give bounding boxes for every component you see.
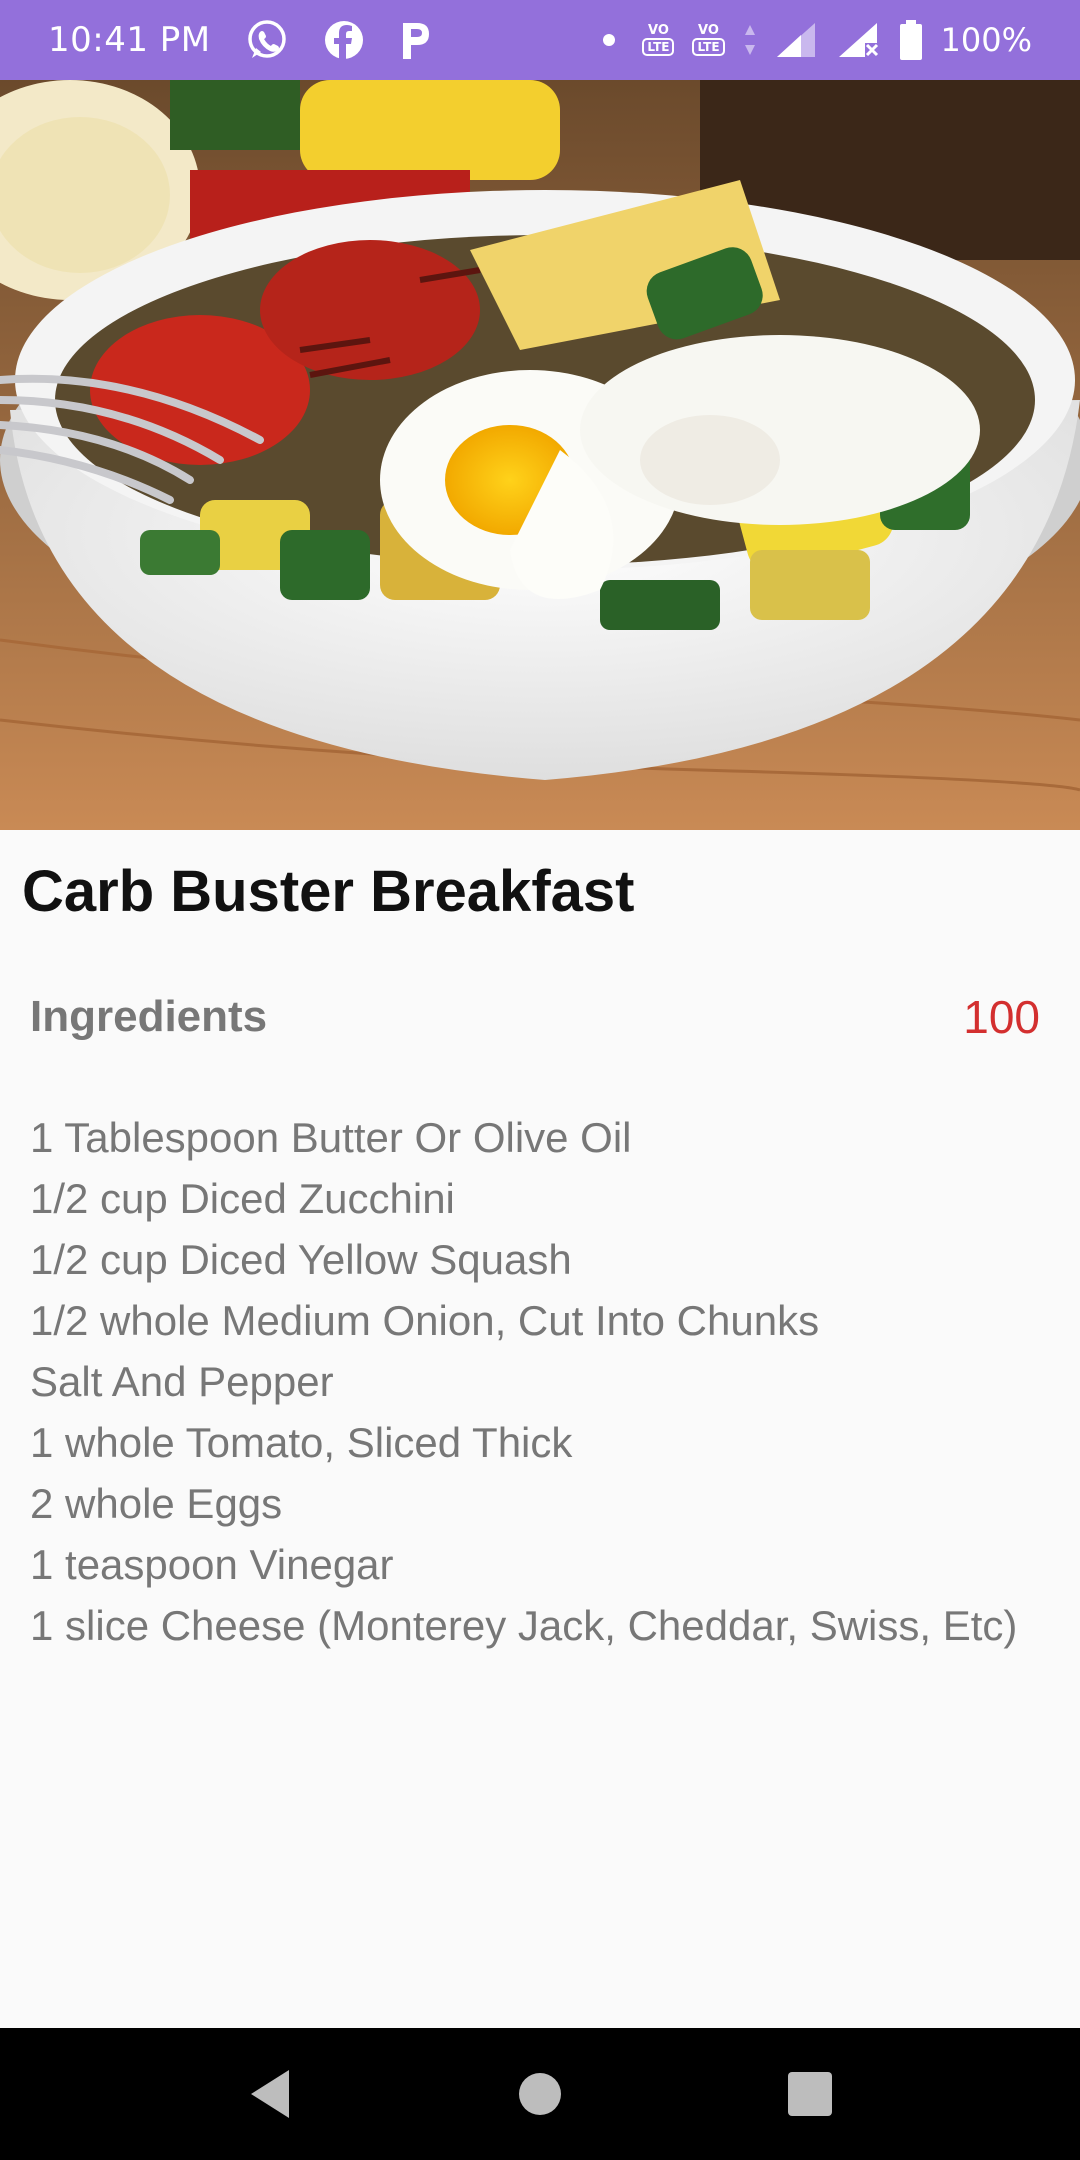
recipe-detail-screen: 10:41 PM VO LTE VO LTE 100% Carb Buster … <box>0 0 1080 2160</box>
ingredients-list: 1 Tablespoon Butter Or Olive Oil 1/2 cup… <box>30 1112 1030 1661</box>
home-icon <box>519 2073 561 2115</box>
volte2-icon: VO LTE <box>692 23 725 56</box>
navigation-bar <box>0 2028 1080 2160</box>
back-button[interactable] <box>135 2028 405 2160</box>
recipe-photo <box>0 80 1080 830</box>
ingredient-item: Salt And Pepper <box>30 1358 334 1405</box>
back-icon <box>251 2070 289 2118</box>
volte1-sub: LTE <box>642 38 675 56</box>
ingredients-label: Ingredients <box>30 992 268 1041</box>
whatsapp-icon <box>245 18 289 62</box>
ingredient-item: 1 teaspoon Vinegar <box>30 1541 394 1588</box>
signal-icon <box>775 21 819 59</box>
data-arrows-icon <box>743 23 757 57</box>
recipe-title: Carb Buster Breakfast <box>22 859 635 924</box>
recents-icon <box>788 2072 832 2116</box>
status-bar: 10:41 PM VO LTE VO LTE 100% <box>0 0 1080 80</box>
ingredients-count: 100 <box>963 991 1040 1043</box>
ingredient-item: 2 whole Eggs <box>30 1480 283 1527</box>
signal-no-service-icon <box>837 21 881 59</box>
volte2-label: VO <box>698 23 719 38</box>
status-time: 10:41 PM <box>48 20 211 60</box>
volte1-label: VO <box>648 23 669 38</box>
ingredient-item: 1/2 cup Diced Zucchini <box>30 1175 455 1222</box>
ingredient-item: 1 whole Tomato, Sliced Thick <box>30 1419 573 1466</box>
volte2-sub: LTE <box>692 38 725 56</box>
ingredient-item: 1 Tablespoon Butter Or Olive Oil <box>30 1114 632 1161</box>
ingredient-item: 1 slice Cheese (Monterey Jack, Cheddar, … <box>30 1602 1018 1649</box>
battery-icon <box>899 20 923 60</box>
battery-percent: 100% <box>940 21 1032 59</box>
p-icon <box>399 19 433 61</box>
ingredient-item: 1/2 whole Medium Onion, Cut Into Chunks <box>30 1297 820 1344</box>
recents-button[interactable] <box>675 2028 945 2160</box>
home-button[interactable] <box>405 2028 675 2160</box>
ingredients-header: Ingredients 100 <box>30 990 1040 1044</box>
notification-dot-icon <box>594 30 624 50</box>
ingredient-item: 1/2 cup Diced Yellow Squash <box>30 1236 572 1283</box>
volte1-icon: VO LTE <box>642 23 675 56</box>
facebook-icon <box>323 19 365 61</box>
